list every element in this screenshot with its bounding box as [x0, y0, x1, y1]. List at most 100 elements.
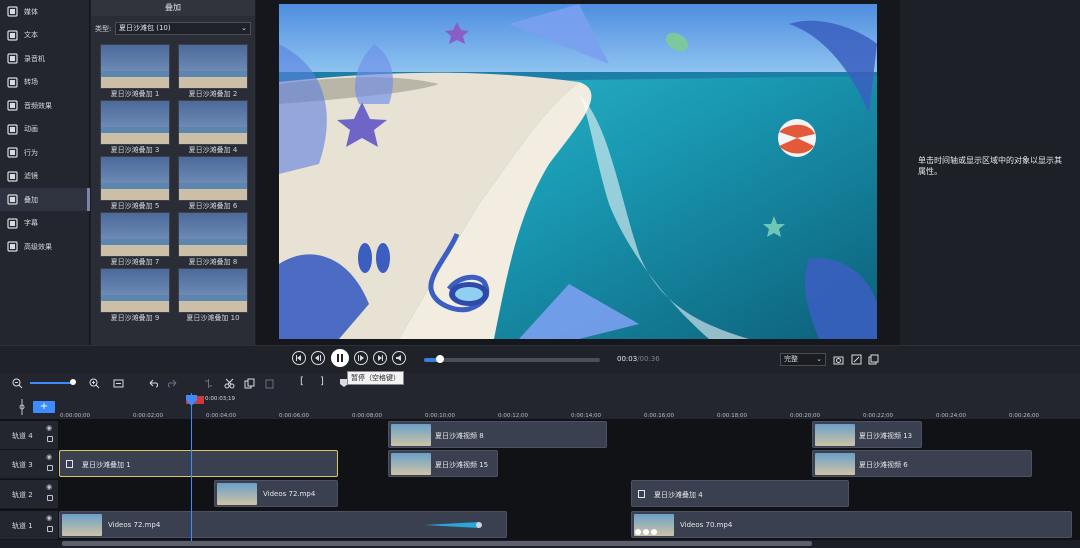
skip-back-button[interactable]: [292, 351, 306, 365]
zoom-in-icon[interactable]: [89, 378, 100, 389]
snapshot-icon[interactable]: [833, 354, 844, 365]
sidebar-item-5[interactable]: 动画: [0, 118, 90, 141]
thumb-sky: [179, 45, 247, 71]
overlay-clip-icon: [638, 490, 645, 498]
mark-out-icon[interactable]: ]: [320, 376, 324, 387]
thumb-sky: [101, 101, 169, 127]
overlay-thumbnail[interactable]: [178, 212, 248, 257]
sidebar-item-6[interactable]: 行为: [0, 141, 90, 164]
transition-marker-icon[interactable]: [634, 528, 660, 536]
lock-icon[interactable]: [47, 465, 53, 471]
track-header[interactable]: 轨道 3 ◉: [0, 450, 58, 479]
overlay-thumbnail[interactable]: [100, 44, 170, 89]
sidebar-item-2[interactable]: 录音机: [0, 47, 90, 70]
copy-icon[interactable]: [244, 378, 255, 389]
zoom-out-icon[interactable]: [12, 378, 23, 389]
overlay-label: 夏日沙滩叠加 2: [188, 90, 238, 98]
type-dropdown[interactable]: 夏日沙滩包 (10) ⌄: [115, 22, 251, 35]
clip-track1-b[interactable]: Videos 70.mp4: [631, 511, 1072, 538]
clip-thumbnail: [391, 424, 431, 446]
sidebar-item-3[interactable]: 转场: [0, 71, 90, 94]
playhead-line: [191, 393, 192, 541]
volume-button[interactable]: [392, 351, 406, 365]
eye-icon[interactable]: ◉: [46, 424, 52, 432]
playback-scrubber[interactable]: [424, 358, 600, 362]
clip-thumbnail: [815, 424, 855, 446]
lock-icon[interactable]: [47, 436, 53, 442]
track-zoom-icon[interactable]: [18, 398, 26, 416]
skip-forward-button[interactable]: [373, 351, 387, 365]
track-header[interactable]: 轨道 4 ◉: [0, 421, 58, 450]
overlay-icon: [7, 194, 18, 205]
undo-icon[interactable]: [148, 378, 159, 389]
clip-track4-b[interactable]: 夏日沙滩视频 13: [812, 421, 922, 448]
clip-track2-b[interactable]: 夏日沙滩叠加 4: [631, 480, 849, 507]
eye-icon[interactable]: ◉: [46, 453, 52, 461]
redo-icon[interactable]: [167, 378, 178, 389]
timeline-toolbar: [0, 373, 1080, 393]
track-header[interactable]: 轨道 1 ◉: [0, 511, 58, 540]
thumb-sand: [101, 301, 169, 312]
overlay-thumbnail[interactable]: [100, 268, 170, 313]
overlay-thumbnail[interactable]: [100, 100, 170, 145]
detach-icon[interactable]: [868, 354, 879, 365]
quality-dropdown[interactable]: 完整 ⌄: [780, 353, 826, 366]
cut-icon[interactable]: [224, 378, 235, 389]
track-header[interactable]: 轨道 2 ◉: [0, 480, 58, 509]
overlay-grid: 夏日沙滩叠加 1 夏日沙滩叠加 2 夏日沙滩叠加 3 夏日沙滩叠加 4 夏日沙滩叠加 5…: [91, 42, 255, 345]
clip-label: 夏日沙滩视频 6: [859, 461, 908, 469]
lock-icon[interactable]: [47, 526, 53, 532]
paste-icon[interactable]: [264, 378, 275, 389]
ruler-tick-label: 0:00:20;00: [790, 413, 821, 419]
split-icon[interactable]: [203, 378, 214, 389]
video-preview[interactable]: [279, 4, 877, 339]
sidebar-item-7[interactable]: 滤镜: [0, 165, 90, 188]
sidebar-item-10[interactable]: 高级效果: [0, 235, 90, 258]
eye-icon[interactable]: ◉: [46, 483, 52, 491]
ruler-tick-label: 0:00:00;00: [60, 413, 91, 419]
overlay-thumbnail[interactable]: [178, 268, 248, 313]
step-forward-button[interactable]: [354, 351, 368, 365]
sidebar-item-8[interactable]: 叠加: [0, 188, 90, 211]
overlay-thumbnail[interactable]: [100, 212, 170, 257]
sidebar-item-label: 动画: [24, 125, 38, 133]
step-back-button[interactable]: [311, 351, 325, 365]
pause-button[interactable]: [331, 349, 349, 367]
overlay-label: 夏日沙滩叠加 4: [188, 146, 238, 154]
mark-in-icon[interactable]: [: [300, 376, 304, 387]
ruler-tick-label: 0:00:06;00: [279, 413, 310, 419]
step-back-icon: [315, 355, 321, 361]
clip-track3-a[interactable]: 夏日沙滩叠加 1: [59, 450, 338, 477]
fit-timeline-icon[interactable]: [113, 378, 124, 389]
overlay-label: 夏日沙滩叠加 9: [110, 314, 160, 322]
fullscreen-icon[interactable]: [851, 354, 862, 365]
overlay-thumbnail[interactable]: [178, 44, 248, 89]
clip-track3-b[interactable]: 夏日沙滩视频 15: [388, 450, 498, 477]
volume-envelope[interactable]: [424, 520, 484, 530]
eye-icon[interactable]: ◉: [46, 514, 52, 522]
sidebar-item-9[interactable]: 字幕: [0, 212, 90, 235]
clip-track1-a[interactable]: Videos 72.mp4: [59, 511, 507, 538]
overlay-thumbnail[interactable]: [178, 156, 248, 201]
timeline-scrollbar[interactable]: [62, 541, 812, 546]
overlay-thumbnail[interactable]: [178, 100, 248, 145]
ruler-tick-label: 0:00:16;00: [644, 413, 675, 419]
sidebar-item-0[interactable]: 媒体: [0, 0, 90, 23]
clip-label: 夏日沙滩视频 15: [435, 461, 489, 469]
clip-track3-c[interactable]: 夏日沙滩视频 6: [812, 450, 1032, 477]
zoom-slider-handle[interactable]: [70, 379, 76, 385]
scrubber-handle[interactable]: [436, 355, 444, 363]
ruler-tick-label: 0:00:24;00: [936, 413, 967, 419]
clip-track4-a[interactable]: 夏日沙滩视频 8: [388, 421, 607, 448]
add-track-button[interactable]: +: [33, 401, 55, 413]
overlay-label: 夏日沙滩叠加 6: [188, 202, 238, 210]
current-time: 00:03: [617, 355, 638, 363]
sidebar-item-1[interactable]: 文本: [0, 24, 90, 47]
lock-icon[interactable]: [47, 495, 53, 501]
sidebar-item-4[interactable]: 音频效果: [0, 94, 90, 117]
zoom-slider[interactable]: [30, 382, 74, 384]
media-icon: [7, 6, 18, 17]
overlay-thumbnail[interactable]: [100, 156, 170, 201]
quality-value: 完整: [784, 355, 798, 363]
clip-track2-a[interactable]: Videos 72.mp4: [214, 480, 338, 507]
